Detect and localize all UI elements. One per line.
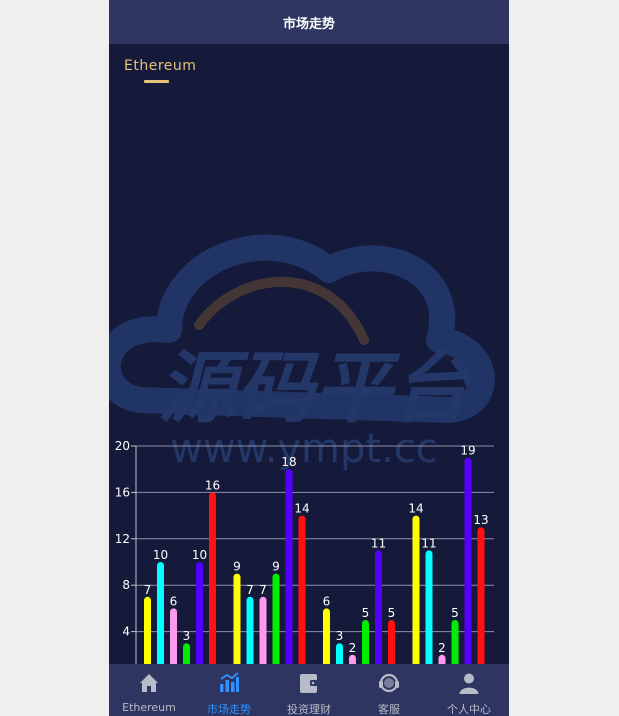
bar-value-label: 2 [349,641,357,655]
bar [451,620,459,664]
page-header: 市场走势 [109,0,509,44]
bar-value-label: 13 [473,513,488,527]
user-icon [456,670,482,699]
top-tab-label: Ethereum [124,58,197,74]
y-tick-label: 12 [115,532,130,546]
nav-label: 市场走势 [207,703,251,716]
bar [170,608,177,664]
bar-value-label: 9 [272,560,280,574]
bar [349,654,356,664]
bar [336,643,343,664]
bar [438,654,446,664]
bar [246,596,254,664]
bar [375,550,382,664]
bar-value-label: 7 [246,583,254,597]
bar [362,620,369,664]
bar-value-label: 10 [192,548,207,562]
home-icon [136,670,162,699]
nav-item-1[interactable]: 市场走势 [189,664,269,716]
bar-value-label: 2 [438,641,446,655]
y-tick-label: 8 [122,578,130,592]
bar [209,492,216,664]
nav-label: 个人中心 [447,703,491,716]
chart-icon [216,670,242,699]
bar-value-label: 3 [183,629,191,643]
bar [144,596,151,664]
watermark-brand: 源码平台 [158,344,475,434]
bar [298,515,306,664]
bar [464,457,472,664]
phone-screen: 市场走势 Ethereum 源码平台 www.ympt.cc 4 8 12 16 20 7… [109,0,509,716]
bar [259,596,267,664]
wallet-icon [296,670,322,699]
bar-value-label: 3 [336,629,344,643]
page-title: 市场走势 [282,16,335,32]
bar-value-label: 5 [362,606,370,620]
bar [388,620,395,664]
y-tick-label: 16 [115,485,130,499]
bar-value-label: 6 [323,594,331,608]
bar-value-label: 9 [233,560,241,574]
bar-value-label: 16 [205,478,220,492]
bar [196,562,203,664]
bar-value-label: 10 [153,548,168,562]
top-tab-underline [144,80,169,83]
headset-icon [376,670,402,699]
bar [323,608,330,664]
bar-value-label: 5 [451,606,459,620]
bottom-nav: Ethereum 市场走势 投资理财 客服 个人中心 [109,664,509,716]
bar-value-label: 18 [281,455,296,469]
bar [233,573,241,664]
y-tick-label: 4 [122,625,130,639]
bar-value-label: 14 [294,502,309,516]
bar [412,515,420,664]
nav-label: 投资理财 [287,703,331,716]
bar-value-label: 5 [388,606,396,620]
bar-value-label: 7 [144,583,152,597]
bar [425,550,433,664]
nav-item-4[interactable]: 个人中心 [429,664,509,716]
nav-item-0[interactable]: Ethereum [109,664,189,716]
bar [157,562,164,664]
nav-label: 客服 [378,703,400,716]
bar-value-label: 11 [371,536,386,550]
bar [477,527,485,664]
bar-value-label: 19 [460,444,475,458]
bar-value-label: 14 [408,502,423,516]
nav-label: Ethereum [122,701,176,714]
market-bar-chart: 4812162071063101697 791814632511514112519… [115,439,494,664]
bar [285,469,293,664]
bar [183,643,190,664]
bar [272,573,280,664]
bar-value-label: 7 [259,583,267,597]
nav-item-3[interactable]: 客服 [349,664,429,716]
y-tick-label: 20 [115,439,130,453]
bar-value-label: 6 [170,594,178,608]
nav-item-2[interactable]: 投资理财 [269,664,349,716]
bar-value-label: 11 [421,536,436,550]
